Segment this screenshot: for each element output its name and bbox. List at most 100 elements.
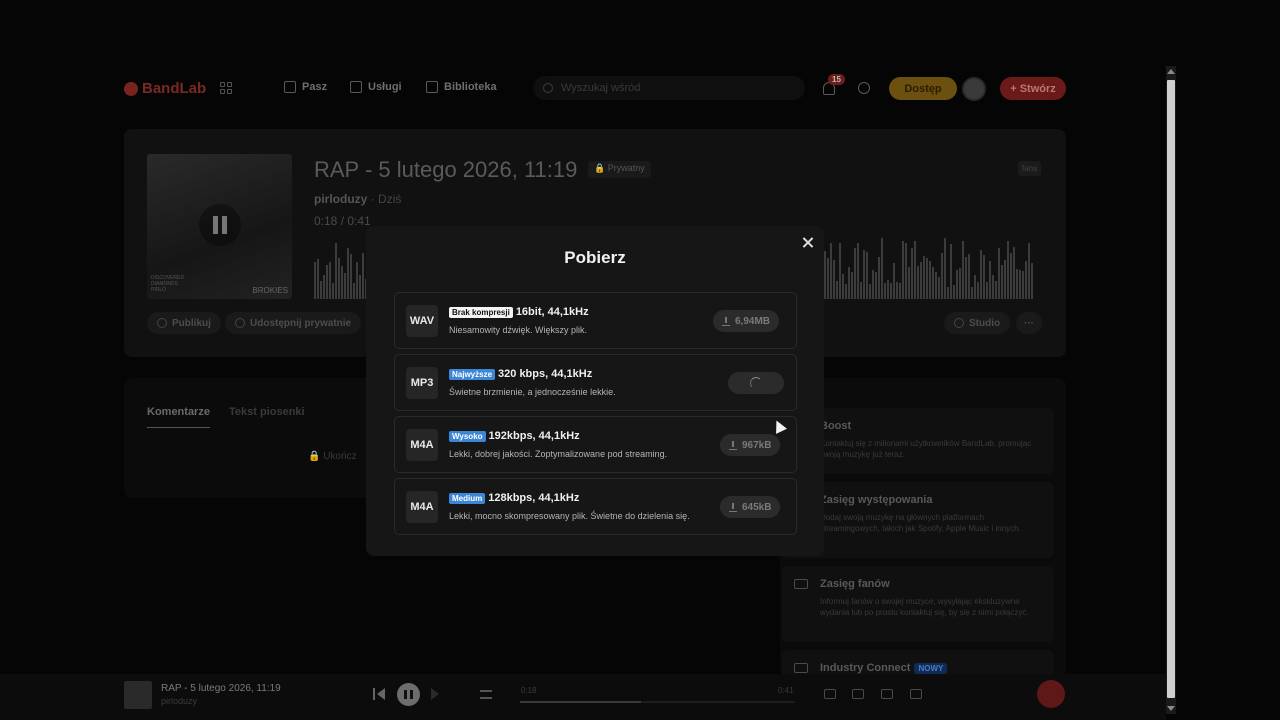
waveform-bar (869, 284, 871, 299)
download-button[interactable]: 645kB (720, 496, 781, 518)
next-icon[interactable] (431, 688, 443, 700)
download-icon (729, 440, 737, 450)
player-pause-button[interactable] (397, 683, 420, 706)
more-button[interactable]: ··· (1016, 312, 1042, 334)
shuffle-icon[interactable] (852, 689, 864, 699)
studio-button[interactable]: Studio (944, 312, 1011, 334)
search-placeholder: Wyszukaj wśród (561, 82, 641, 94)
waveform-bar (875, 272, 877, 299)
option-spec: 192kbps, 44,1kHz (488, 430, 580, 442)
download-button-loading[interactable] (728, 372, 784, 394)
waveform-bar (836, 281, 838, 299)
download-option-m4a-high[interactable]: M4A Wysoko 192kbps, 44,1kHz Lekki, dobrej… (394, 416, 797, 473)
waveform-bar (854, 248, 856, 299)
screen: BandLab Pasz Usługi Biblioteka Wyszukaj … (0, 0, 1280, 720)
option-spec: 320 kbps, 44,1kHz (498, 368, 593, 380)
option-heading: Wysoko 192kbps, 44,1kHz (449, 430, 580, 442)
locked-note: 🔒 Ukończ (308, 451, 357, 462)
waveform-bar (989, 261, 991, 299)
scrollbar-thumb[interactable] (1167, 80, 1175, 698)
waveform-bar (1007, 241, 1009, 299)
avatar[interactable] (962, 77, 986, 101)
download-option-wav[interactable]: WAV Brak kompresji 16bit, 44,1kHz Niesamo… (394, 292, 797, 349)
waveform-bar (848, 267, 850, 299)
waveform-right[interactable] (824, 235, 1039, 299)
nav-library[interactable]: Biblioteka (426, 81, 497, 93)
promo-fan-reach-desc: Informuj fanów o swojej muzyce, wysyłają… (820, 597, 1029, 617)
cover-caption-left: DISCOVERED DIAMONDS PIRLO (151, 275, 185, 293)
track-cover[interactable]: DISCOVERED DIAMONDS PIRLO BROKIES (147, 154, 292, 299)
modal-title: Pobierz (564, 248, 626, 267)
waveform-bar (908, 267, 910, 299)
promo-distribution-title: Zasięg występowania (820, 494, 933, 506)
waveform-bar (998, 248, 1000, 299)
format-badge: WAV (406, 305, 438, 337)
player-artist[interactable]: pirloduzy (161, 696, 197, 706)
nav-services[interactable]: Usługi (350, 81, 402, 93)
waveform-bar (842, 274, 844, 299)
download-button[interactable]: 6,94MB (713, 310, 780, 332)
studio-label: Studio (969, 317, 1001, 329)
waveform-bar (314, 262, 316, 299)
waveform-bar (941, 253, 943, 299)
option-description: Lekki, dobrej jakości. Zoptymalizowane p… (449, 449, 668, 459)
waveform-bar (1016, 269, 1018, 299)
download-option-m4a-medium[interactable]: M4A Medium 128kbps, 44,1kHz Lekki, mocno … (394, 478, 797, 535)
waveform-left[interactable] (314, 235, 369, 299)
download-button[interactable]: 967kB (720, 434, 781, 456)
tab-comments[interactable]: Komentarze (147, 406, 210, 428)
volume-icon[interactable] (910, 689, 922, 699)
broadcast-icon[interactable] (881, 689, 893, 699)
waveform-bar (995, 281, 997, 299)
waveform-bar (839, 243, 841, 299)
download-modal: Pobierz WAV Brak kompresji 16bit, 44,1kHz… (366, 226, 824, 556)
waveform-bar (350, 254, 352, 299)
globe-icon (157, 318, 167, 328)
scroll-down-icon[interactable] (1167, 706, 1175, 711)
waveform-bar (968, 254, 970, 299)
create-button[interactable]: + Stwórz (1000, 77, 1066, 100)
pause-icon[interactable] (199, 204, 241, 246)
download-option-mp3[interactable]: MP3 Najwyższe 320 kbps, 44,1kHz Świetne b… (394, 354, 797, 411)
option-description: Niesamowity dźwięk. Większy plik. (449, 325, 588, 335)
link-icon (235, 318, 245, 328)
repeat-icon[interactable] (824, 689, 836, 699)
promo-fan-reach-title: Zasięg fanów (820, 578, 890, 590)
option-description: Lekki, mocno skompresowany plik. Świetne… (449, 511, 690, 521)
player-progress-bar[interactable] (520, 701, 795, 703)
page-scrollbar[interactable] (1166, 66, 1176, 714)
nav-library-label: Biblioteka (444, 81, 497, 93)
waveform-bar (917, 266, 919, 299)
nav-feed[interactable]: Pasz (284, 81, 327, 93)
publish-button[interactable]: Publikuj (147, 312, 221, 334)
waveform-bar (335, 243, 337, 299)
quality-tag: Najwyższe (449, 368, 496, 380)
waveform-bar (356, 262, 358, 299)
queue-icon[interactable] (480, 690, 492, 699)
previous-icon[interactable] (373, 688, 385, 700)
player-title[interactable]: RAP - 5 lutego 2026, 11:19 (161, 683, 281, 694)
library-icon (426, 81, 438, 93)
player-thumbnail[interactable] (124, 681, 152, 709)
waveform-bar (980, 250, 982, 299)
scroll-up-icon[interactable] (1167, 69, 1175, 74)
promo-fan-reach[interactable]: Zasięg fanów Informuj fanów o swojej muzy… (782, 566, 1054, 642)
player-menu-button[interactable] (1037, 680, 1065, 708)
waveform-bar (974, 275, 976, 299)
bottom-player: RAP - 5 lutego 2026, 11:19 pirloduzy 0:1… (0, 674, 1166, 720)
tab-lyrics[interactable]: Tekst piosenki (229, 406, 305, 418)
artist-name[interactable]: pirloduzy (314, 192, 367, 206)
chat-icon[interactable] (858, 82, 870, 94)
track-time: 0:18 / 0:41 (314, 214, 371, 228)
waveform-bar (920, 262, 922, 299)
search-input[interactable]: Wyszukaj wśród (533, 76, 805, 100)
player-time-current: 0:18 (521, 686, 537, 695)
access-button[interactable]: Dostęp (889, 77, 957, 100)
waveform-bar (893, 263, 895, 299)
bandlab-logo[interactable]: BandLab (124, 80, 206, 97)
waveform-bar (896, 282, 898, 299)
promo-industry-connect-title: Industry Connect NOWY (820, 662, 948, 674)
track-artist[interactable]: pirloduzy · Dziś (314, 192, 401, 206)
apps-grid-icon[interactable] (220, 82, 232, 94)
share-private-button[interactable]: Udostępnij prywatnie (225, 312, 362, 334)
